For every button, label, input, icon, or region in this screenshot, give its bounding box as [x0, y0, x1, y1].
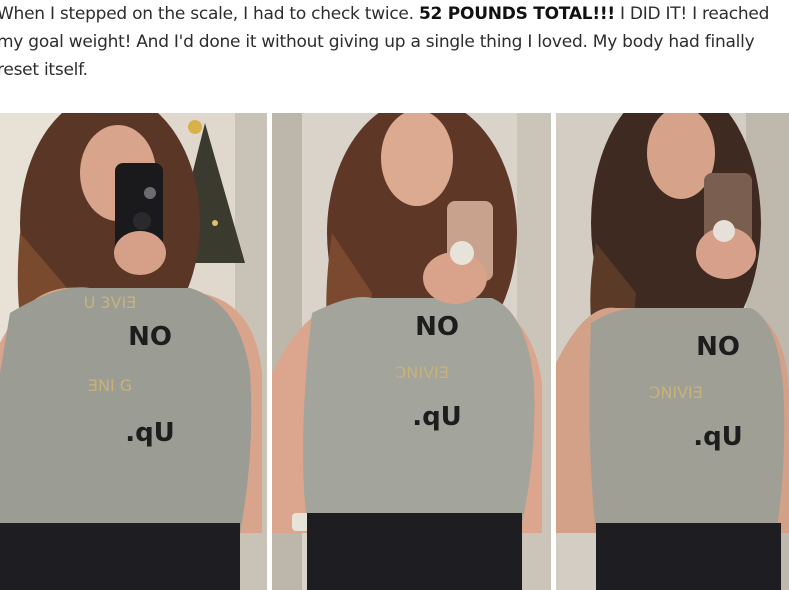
svg-text:ƎNI G: ƎNI G	[88, 376, 132, 395]
progress-photo-middle-image: NO .qU ƆNIVIƎ	[272, 113, 551, 590]
weight-loss-highlight: 52 POUNDS TOTAL!!!	[418, 4, 615, 24]
svg-text:ƆNIVIƎ: ƆNIVIƎ	[649, 383, 703, 402]
svg-text:U 3VIƎ: U 3VIƎ	[84, 293, 137, 312]
progress-photo-before: NO .qU U 3VIƎ ƎNI G	[0, 113, 267, 590]
before-after-photo-strip: NO .qU U 3VIƎ ƎNI G NO .qU ƆNIVIƎ NO .qU…	[0, 113, 789, 590]
progress-photo-after: NO .qU ƆNIVIƎ	[556, 113, 789, 590]
shirt-print-text: NO	[696, 332, 740, 362]
progress-photo-after-image: NO .qU ƆNIVIƎ	[556, 113, 789, 590]
svg-text:ƆNIVIƎ: ƆNIVIƎ	[395, 363, 449, 382]
progress-photo-middle: NO .qU ƆNIVIƎ	[272, 113, 551, 590]
shirt-print-text-2: .qU	[412, 402, 462, 432]
article-paragraph: When I stepped on the scale, I had to ch…	[0, 0, 787, 84]
shirt-print-text: NO	[415, 312, 459, 342]
paragraph-text-start: When I stepped on the scale, I had to ch…	[0, 4, 419, 24]
shirt-print-text-2: .qU	[693, 422, 743, 452]
progress-photo-before-image: NO .qU U 3VIƎ ƎNI G	[0, 113, 267, 590]
shirt-print-text: NO	[128, 322, 172, 352]
shirt-print-text-2: .qU	[125, 418, 175, 448]
